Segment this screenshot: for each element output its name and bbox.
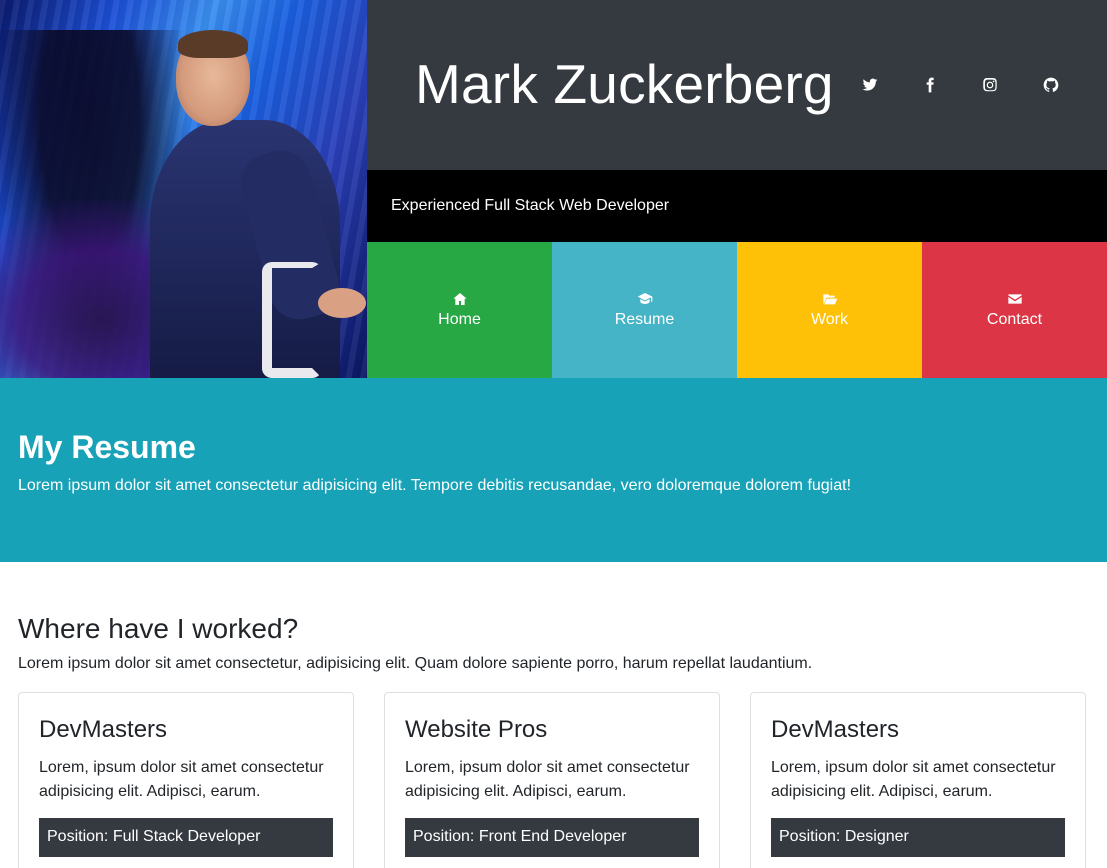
- job-description: Lorem, ipsum dolor sit amet consectetur …: [771, 759, 1056, 800]
- company-name: Website Pros: [405, 716, 548, 743]
- job-description: Lorem, ipsum dolor sit amet consectetur …: [405, 759, 690, 800]
- nav-resume[interactable]: Resume: [552, 242, 737, 378]
- job-description: Lorem, ipsum dolor sit amet consectetur …: [39, 759, 324, 800]
- resume-title: My Resume: [18, 429, 196, 465]
- worked-title: Where have I worked?: [18, 613, 299, 644]
- twitter-icon: [862, 78, 878, 91]
- tagline-bar: Experienced Full Stack Web Developer: [367, 170, 1107, 242]
- nav-work[interactable]: Work: [737, 242, 922, 378]
- header-bar: Mark Zuckerberg: [367, 0, 1107, 170]
- tagline: Experienced Full Stack Web Developer: [391, 197, 670, 214]
- graduation-cap-icon: [637, 291, 653, 307]
- nav-home[interactable]: Home: [367, 242, 552, 378]
- position-label: Position: Designer: [771, 818, 1065, 857]
- github-icon: [1043, 77, 1059, 92]
- instagram-link[interactable]: [975, 70, 1005, 100]
- job-card: DevMasters Lorem, ipsum dolor sit amet c…: [18, 692, 354, 868]
- position-label: Position: Front End Developer: [405, 818, 699, 857]
- resume-banner: My Resume Lorem ipsum dolor sit amet con…: [0, 378, 1107, 562]
- nav-contact-label: Contact: [986, 311, 1043, 328]
- job-card: Website Pros Lorem, ipsum dolor sit amet…: [384, 692, 720, 868]
- twitter-link[interactable]: [855, 70, 885, 100]
- home-icon: [452, 291, 468, 307]
- position-label: Position: Full Stack Developer: [39, 818, 333, 857]
- worked-description: Lorem ipsum dolor sit amet consectetur, …: [18, 655, 813, 672]
- facebook-icon: [926, 77, 934, 93]
- profile-photo: [0, 0, 367, 378]
- showcase: Mark Zuckerberg Experienced Full Stack W…: [0, 0, 1107, 378]
- nav-work-label: Work: [810, 311, 849, 328]
- resume-text: Lorem ipsum dolor sit amet consectetur a…: [18, 477, 852, 494]
- page-title: Mark Zuckerberg: [415, 53, 834, 115]
- company-name: DevMasters: [39, 716, 168, 743]
- folder-open-icon: [822, 291, 838, 307]
- envelope-icon: [1007, 291, 1023, 307]
- nav-home-label: Home: [438, 311, 481, 328]
- nav-resume-label: Resume: [614, 311, 675, 328]
- job-card: DevMasters Lorem, ipsum dolor sit amet c…: [750, 692, 1086, 868]
- company-name: DevMasters: [771, 716, 900, 743]
- facebook-link[interactable]: [915, 70, 945, 100]
- instagram-icon: [983, 77, 997, 92]
- nav-contact[interactable]: Contact: [922, 242, 1107, 378]
- github-link[interactable]: [1036, 70, 1066, 100]
